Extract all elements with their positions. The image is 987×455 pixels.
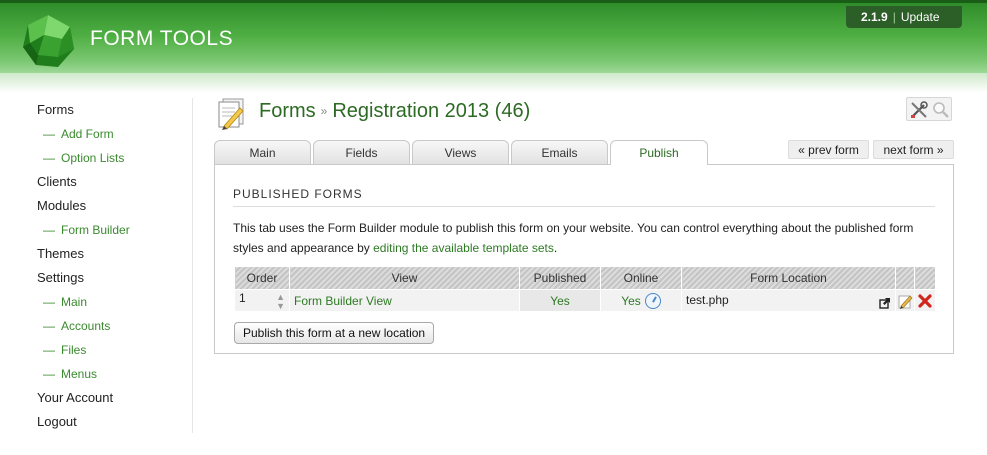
column-header-order: Order — [234, 266, 290, 290]
sidebar-item-label: Add Form — [61, 127, 114, 141]
sidebar-item-option-lists[interactable]: — Option Lists — [37, 146, 192, 170]
tool-icons-group — [906, 97, 952, 121]
breadcrumb-forms-link[interactable]: Forms — [259, 100, 316, 122]
view-cell: Form Builder View — [289, 289, 520, 312]
location-value: test.php — [686, 292, 729, 307]
next-form-button[interactable]: next form » — [873, 140, 954, 159]
sidebar-item-label: Forms — [37, 102, 74, 117]
sidebar-item-themes[interactable]: Themes — [37, 242, 192, 266]
published-forms-table: Order View Published Online Form Locatio… — [234, 266, 936, 312]
sidebar-sub-dash: — — [43, 127, 55, 141]
sidebar-item-label: Menus — [61, 367, 98, 381]
sidebar-item-form-builder[interactable]: — Form Builder — [37, 218, 192, 242]
sidebar-item-clients[interactable]: Clients — [37, 170, 192, 194]
sidebar-item-label: Clients — [37, 174, 77, 189]
sidebar-item-your-account[interactable]: Your Account — [37, 386, 192, 410]
section-title: PUBLISHED FORMS — [233, 187, 935, 207]
tools-icon[interactable] — [909, 100, 929, 120]
prev-form-button[interactable]: « prev form — [788, 140, 869, 159]
header-fade — [0, 73, 987, 93]
sidebar-item-label: Option Lists — [61, 151, 125, 165]
tab-main[interactable]: Main — [214, 140, 311, 164]
column-header-form-location: Form Location — [681, 266, 896, 290]
update-link[interactable]: Update — [901, 10, 940, 24]
description-text: This tab uses the Form Builder module to… — [233, 221, 914, 255]
sidebar-item-add-form[interactable]: — Add Form — [37, 122, 192, 146]
sidebar-item-label: Accounts — [61, 319, 111, 333]
delete-cell — [914, 289, 936, 312]
app-title: FORM TOOLS — [90, 27, 234, 50]
order-cell[interactable]: 1 ▲ ▼ — [234, 289, 290, 312]
tab-emails[interactable]: Emails — [511, 140, 608, 164]
breadcrumb: Forms » Registration 2013 (46) — [259, 100, 530, 123]
publish-panel: PUBLISHED FORMS This tab uses the Form B… — [214, 164, 954, 354]
sidebar-item-label: Main — [61, 295, 88, 309]
search-icon[interactable] — [931, 100, 951, 120]
edit-pencil-icon[interactable] — [897, 293, 913, 309]
sidebar-sub-dash: — — [43, 367, 55, 381]
sidebar-item-logout[interactable]: Logout — [37, 410, 192, 434]
sidebar-item-settings[interactable]: Settings — [37, 266, 192, 290]
sidebar-nav: Forms — Add Form — Option Lists Clients Module… — [37, 98, 192, 434]
sidebar-sub-dash: — — [43, 295, 55, 309]
description: This tab uses the Form Builder module to… — [233, 218, 943, 258]
sidebar-item-forms[interactable]: Forms — [37, 98, 192, 122]
sidebar-item-menus[interactable]: — Menus — [37, 362, 192, 386]
edit-cell — [895, 289, 915, 312]
online-cell: Yes — [600, 289, 682, 312]
column-header-online: Online — [600, 266, 682, 290]
breadcrumb-separator: » — [320, 104, 328, 118]
sidebar-divider — [192, 98, 193, 433]
tab-views[interactable]: Views — [412, 140, 509, 164]
version-number: 2.1.9 — [861, 10, 888, 24]
sidebar-sub-dash: — — [43, 151, 55, 165]
sidebar-item-main[interactable]: — Main — [37, 290, 192, 314]
delete-x-icon[interactable] — [917, 293, 933, 309]
column-header-edit — [895, 266, 915, 290]
external-link-icon[interactable] — [879, 297, 891, 309]
sidebar-item-accounts[interactable]: — Accounts — [37, 314, 192, 338]
sidebar-item-label: Your Account — [37, 390, 114, 405]
sidebar-sub-dash: — — [43, 319, 55, 333]
view-link[interactable]: Form Builder View — [294, 294, 392, 308]
sidebar-item-label: Themes — [37, 246, 84, 261]
column-header-view: View — [289, 266, 520, 290]
sidebar-item-label: Settings — [37, 270, 84, 285]
version-box: 2.1.9 | Update — [846, 6, 962, 28]
form-tools-logo-icon[interactable] — [20, 13, 76, 69]
sort-arrows-icon[interactable]: ▲ ▼ — [276, 292, 285, 311]
online-value: Yes — [621, 293, 641, 308]
table-row: 1 ▲ ▼ Form Builder View Yes Yes test.php — [234, 289, 936, 312]
template-sets-link[interactable]: editing the available template sets — [373, 241, 554, 255]
location-cell: test.php — [681, 289, 896, 312]
publish-new-location-button[interactable]: Publish this form at a new location — [234, 322, 435, 344]
sidebar-sub-dash: — — [43, 343, 55, 357]
sidebar-item-label: Files — [61, 343, 87, 357]
table-header-row: Order View Published Online Form Locatio… — [234, 266, 936, 290]
sidebar-item-label: Logout — [37, 414, 77, 429]
forms-page-icon — [218, 98, 244, 130]
published-cell: Yes — [519, 289, 601, 312]
sidebar-item-files[interactable]: — Files — [37, 338, 192, 362]
page-title: Registration 2013 (46) — [332, 100, 531, 122]
sidebar-item-label: Modules — [37, 198, 87, 213]
column-header-published: Published — [519, 266, 601, 290]
app-header: FORM TOOLS 2.1.9 | Update — [0, 0, 987, 76]
order-value: 1 — [239, 290, 246, 305]
sidebar-item-modules[interactable]: Modules — [37, 194, 192, 218]
sidebar-item-label: Form Builder — [61, 223, 130, 237]
tab-publish[interactable]: Publish — [610, 140, 708, 165]
description-end: . — [553, 241, 558, 255]
tab-fields[interactable]: Fields — [313, 140, 410, 164]
clock-icon[interactable] — [644, 292, 661, 309]
column-header-delete — [914, 266, 936, 290]
sidebar-sub-dash: — — [43, 223, 55, 237]
version-separator: | — [892, 10, 896, 24]
